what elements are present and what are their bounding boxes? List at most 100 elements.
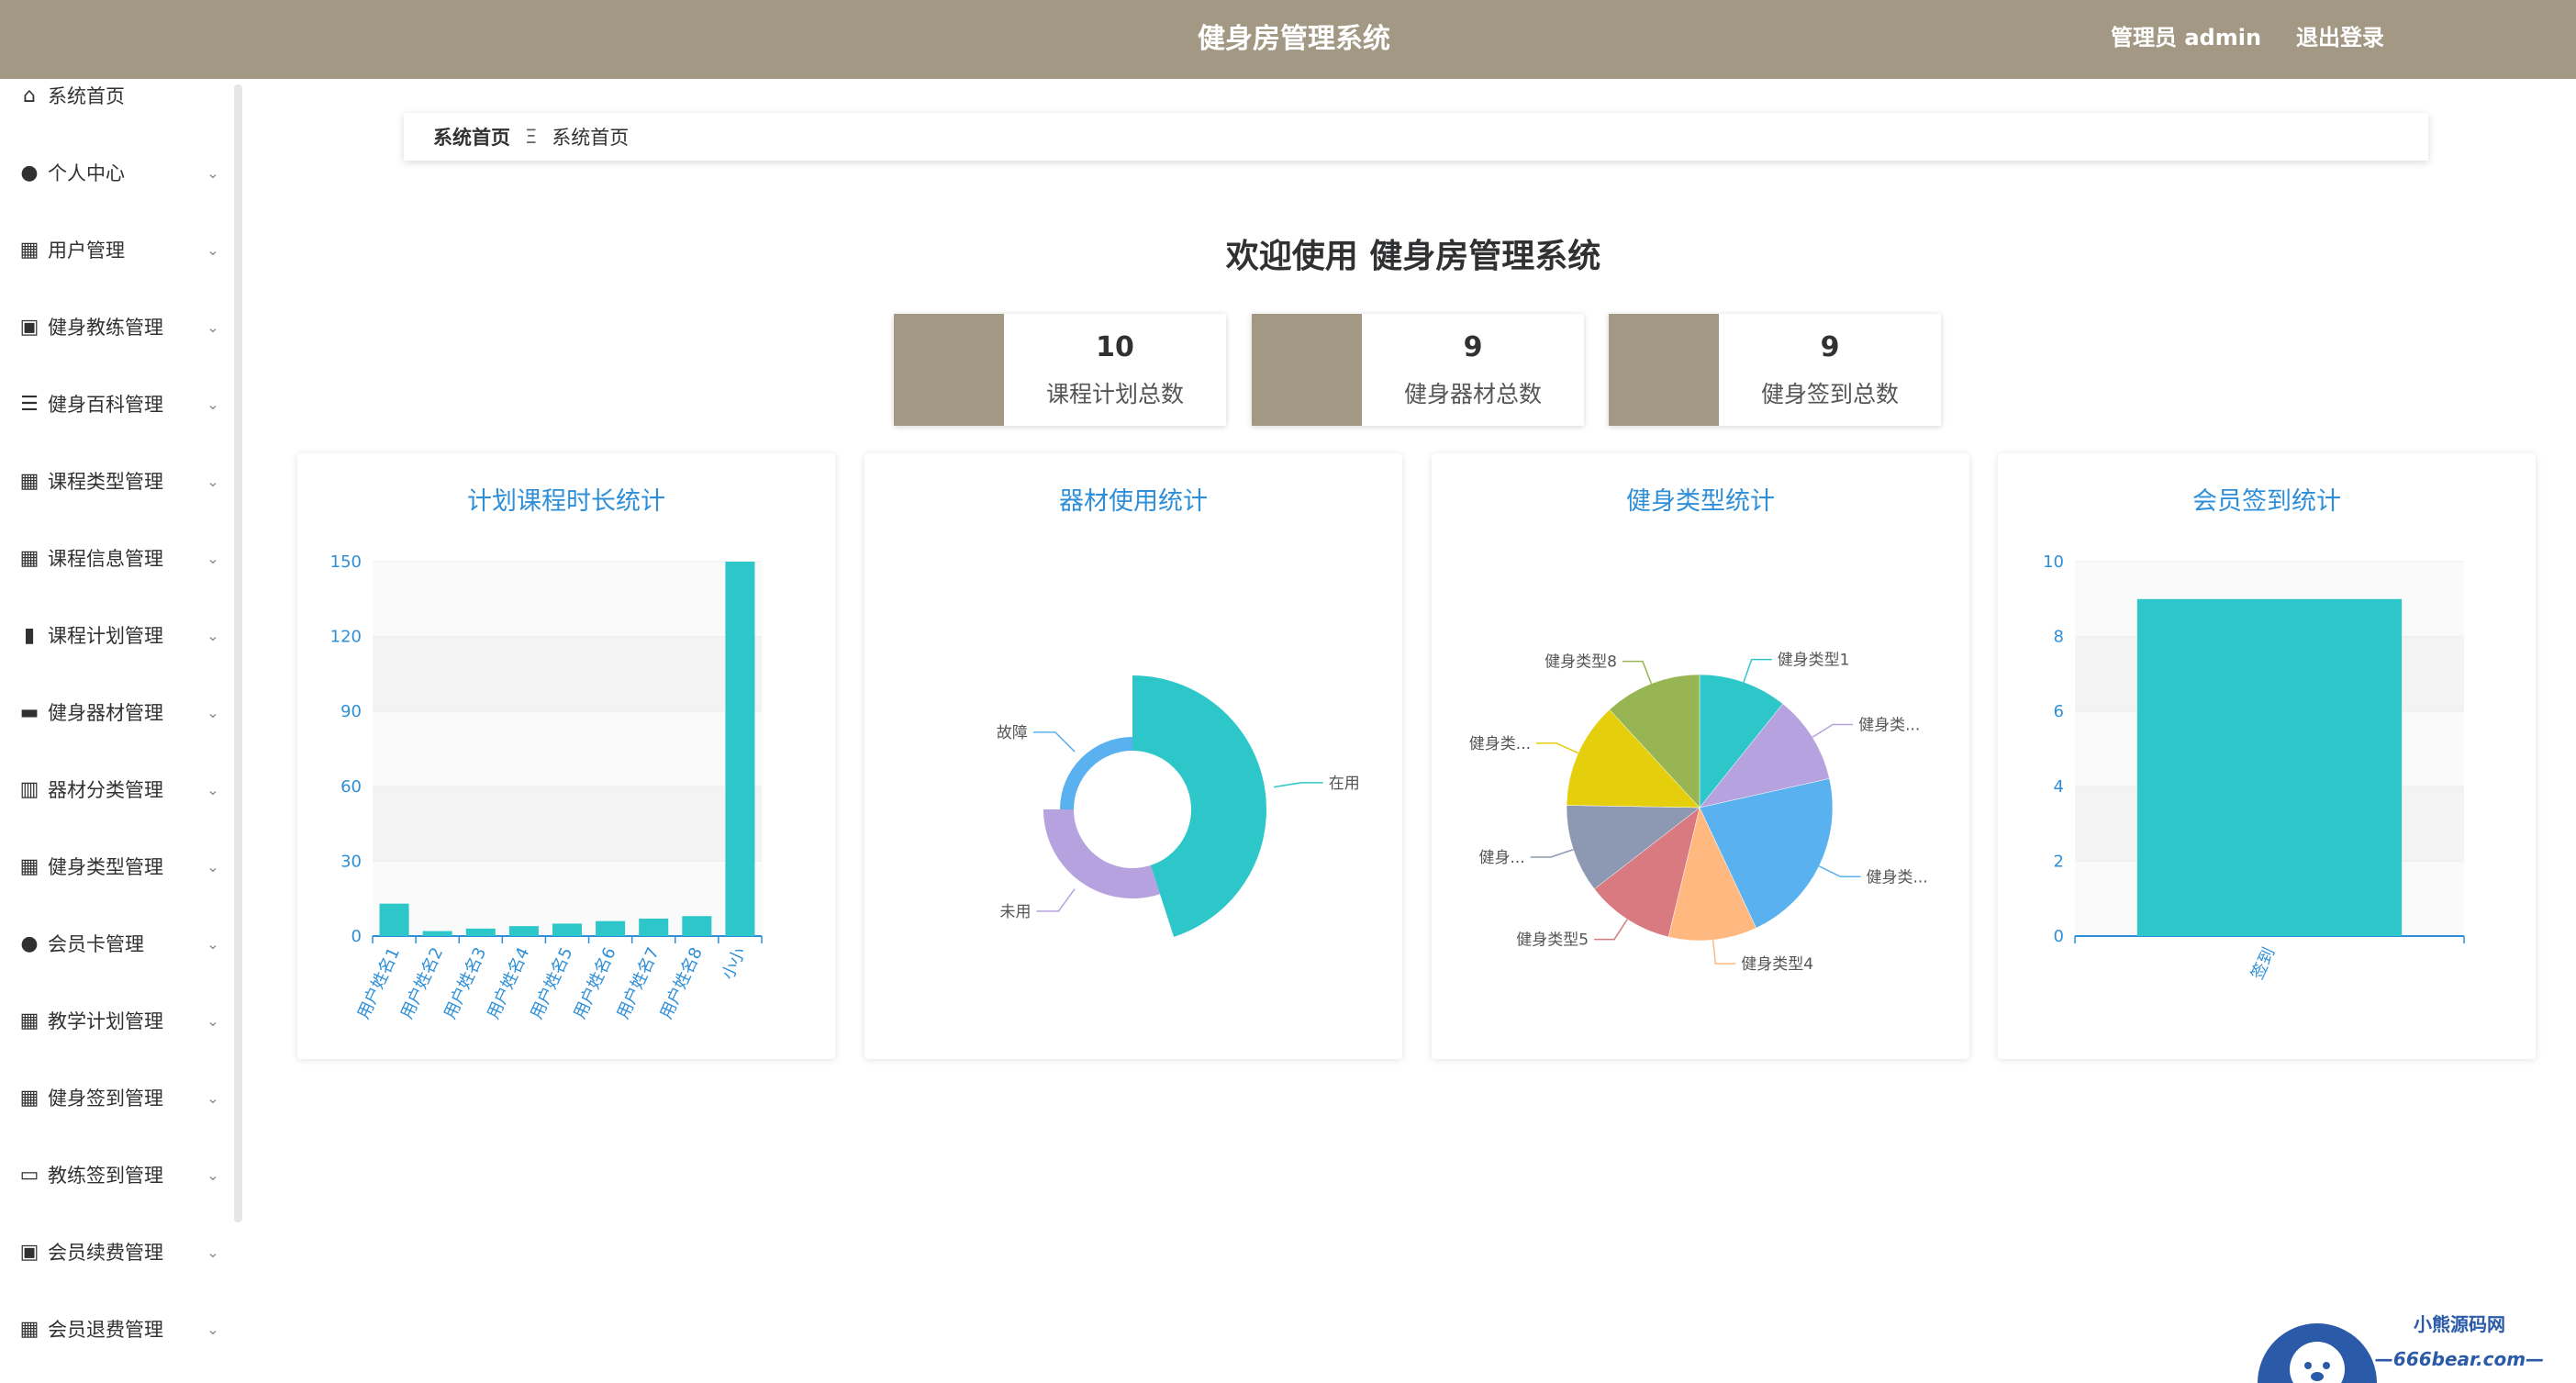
pie-label: 故障 <box>997 724 1028 742</box>
home-icon: ⌂ <box>23 84 36 107</box>
x-tick-label: 用户姓名7 <box>613 944 663 1022</box>
sidebar-item-7[interactable]: ▮ 课程计划管理 ⌄ <box>0 597 229 674</box>
chevron-down-icon: ⌄ <box>206 934 219 953</box>
stat-value: 10 <box>1096 330 1134 363</box>
label-line <box>1622 660 1653 685</box>
sidebar-item-16[interactable]: ▦ 会员退费管理 ⌄ <box>0 1290 229 1367</box>
admin-user-label: 管理员 admin <box>2111 25 2262 50</box>
label-line <box>1712 940 1736 965</box>
stand-icon: ▬ <box>19 700 39 724</box>
chevron-down-icon: ⌄ <box>206 626 219 644</box>
list-icon: ☰ <box>20 392 39 416</box>
bar-chart-member-checkins: 0 2 4 6 8 10 签到 <box>2043 552 2465 983</box>
y-tick-label: 150 <box>330 552 362 572</box>
sidebar-item-4[interactable]: ☰ 健身百科管理 ⌄ <box>0 365 229 442</box>
bar-chart-course-duration: 0306090120150用户姓名1用户姓名2用户姓名3用户姓名4用户姓名5用户… <box>330 552 763 1022</box>
clipboard-check-icon: ▣ <box>19 1240 39 1264</box>
grid-icon: ▦ <box>19 546 39 570</box>
sidebar-item-1[interactable]: ● 个人中心 ⌄ <box>0 134 229 211</box>
pie-slice-未用 <box>1043 809 1160 898</box>
sidebar-item-2[interactable]: ▦ 用户管理 ⌄ <box>0 211 229 288</box>
y-tick-label: 120 <box>330 628 362 647</box>
chevron-down-icon: ⌄ <box>206 857 219 876</box>
grid-icon: ▦ <box>19 1086 39 1110</box>
sidebar-item-label: 个人中心 <box>48 162 125 184</box>
y-tick-label: 8 <box>2054 628 2064 647</box>
sidebar-item-label: 健身类型管理 <box>48 856 163 878</box>
chevron-down-icon: ⌄ <box>206 318 219 336</box>
logout-link[interactable]: 退出登录 <box>2296 0 2384 75</box>
grid-band <box>373 711 762 786</box>
y-tick-label: 4 <box>2054 777 2064 797</box>
sidebar-item-6[interactable]: ▦ 课程信息管理 ⌄ <box>0 519 229 597</box>
label-line <box>1812 723 1854 738</box>
label-line <box>1536 742 1579 754</box>
stat-card-course-plans: 10 课程计划总数 <box>894 314 1226 426</box>
sidebar-item-label: 健身百科管理 <box>48 394 163 416</box>
pie-slice-在用 <box>1132 675 1266 937</box>
grid-band <box>373 562 762 637</box>
chart-panel-member-checkins: 会员签到统计 0 2 4 6 8 10 签到 <box>1998 453 2536 1059</box>
pie-label: 健身类型8 <box>1544 653 1617 672</box>
y-tick-label: 0 <box>351 927 362 946</box>
x-tick-label: 用户姓名1 <box>354 944 404 1022</box>
sidebar-item-5[interactable]: ▦ 课程类型管理 ⌄ <box>0 442 229 519</box>
bar-小小 <box>725 562 755 936</box>
breadcrumb-home-link[interactable]: 系统首页 <box>433 123 510 151</box>
chevron-down-icon: ⌄ <box>206 240 219 259</box>
bar-用户姓名1 <box>379 903 409 936</box>
label-line <box>1032 731 1076 753</box>
clipboard-x-icon: ▣ <box>19 315 39 339</box>
bar-用户姓名2 <box>422 931 452 936</box>
chevron-down-icon: ⌄ <box>206 549 219 567</box>
y-tick-label: 60 <box>340 777 362 797</box>
sidebar-item-13[interactable]: ▦ 健身签到管理 ⌄ <box>0 1059 229 1136</box>
sidebar-item-label: 会员退费管理 <box>48 1319 163 1341</box>
watermark-logo: 小熊源码网 —666bear.com— <box>2258 1313 2544 1383</box>
bar-用户姓名4 <box>508 926 539 936</box>
pie-label: 健身类型5 <box>1516 931 1589 950</box>
sidebar-item-label: 用户管理 <box>48 240 125 262</box>
sidebar-item-3[interactable]: ▣ 健身教练管理 ⌄ <box>0 288 229 365</box>
chevron-down-icon: ⌄ <box>206 1011 219 1030</box>
sidebar-item-10[interactable]: ▦ 健身类型管理 ⌄ <box>0 828 229 905</box>
label-line <box>1036 888 1076 912</box>
chevron-down-icon: ⌄ <box>206 703 219 721</box>
label-line <box>1273 782 1323 788</box>
grid-icon: ▦ <box>19 1317 39 1341</box>
label-line <box>1818 865 1861 878</box>
stat-value: 9 <box>1463 330 1483 363</box>
pie-label: 在用 <box>1329 775 1360 793</box>
chevron-down-icon: ⌄ <box>206 395 219 413</box>
stat-color-block <box>1252 314 1362 426</box>
sidebar-item-0[interactable]: ⌂ 系统首页 <box>0 79 229 134</box>
x-tick-label: 用户姓名2 <box>397 944 447 1022</box>
bar-chart-icon: ▮ <box>23 623 36 647</box>
sidebar-scrollbar[interactable] <box>234 84 242 1222</box>
sidebar-item-11[interactable]: ● 会员卡管理 ⌄ <box>0 905 229 982</box>
monitor-icon: ▭ <box>19 1163 39 1187</box>
sidebar-item-label: 系统首页 <box>48 85 125 107</box>
sidebar-item-label: 教学计划管理 <box>48 1010 163 1032</box>
y-tick-label: 10 <box>2043 552 2064 572</box>
sidebar-item-9[interactable]: ▥ 器材分类管理 ⌄ <box>0 751 229 828</box>
x-tick-label: 用户姓名4 <box>484 944 533 1022</box>
x-tick-label: 用户姓名5 <box>527 944 576 1022</box>
watermark-brand: 小熊源码网 <box>2414 1313 2505 1335</box>
sidebar-item-12[interactable]: ▦ 教学计划管理 ⌄ <box>0 982 229 1059</box>
pie-chart-fitness-types: 健身类型1 健身类... 健身类... 健身类型4 健身类型5 健身... 健身类... 健身… <box>1469 652 1928 974</box>
sidebar-item-15[interactable]: ▣ 会员续费管理 ⌄ <box>0 1213 229 1290</box>
user-icon: ● <box>20 161 39 184</box>
stat-color-block <box>894 314 1004 426</box>
sidebar-item-label: 健身器材管理 <box>48 702 163 724</box>
sidebar-item-label: 课程计划管理 <box>48 625 163 647</box>
grid-icon: ▦ <box>19 1009 39 1032</box>
breadcrumb: 系统首页 Ξ 系统首页 <box>404 113 2428 161</box>
sidebar-item-8[interactable]: ▬ 健身器材管理 ⌄ <box>0 674 229 751</box>
label-line <box>1743 658 1772 683</box>
pie-label: 健身类... <box>1867 868 1928 887</box>
sidebar-item-14[interactable]: ▭ 教练签到管理 ⌄ <box>0 1136 229 1213</box>
app-title: 健身房管理系统 <box>1198 23 1390 55</box>
chevron-down-icon: ⌄ <box>206 1088 219 1107</box>
y-tick-label: 0 <box>2054 927 2064 946</box>
